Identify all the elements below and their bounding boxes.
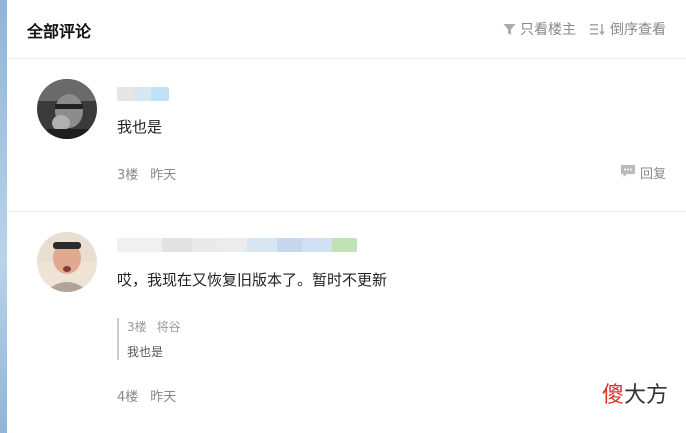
watermark-part-1: 傻 [601, 383, 624, 408]
comment-item: 我也是 3楼 昨天 回复 [7, 59, 686, 212]
floor-number: 3楼 [117, 168, 139, 183]
page-title: 全部评论 [27, 22, 92, 41]
reverse-order-label: 倒序查看 [610, 22, 666, 38]
comment-meta: 3楼 昨天 [117, 164, 176, 183]
comment-meta: 4楼 昨天 [117, 386, 176, 405]
comment-text: 哎，我现在又恢复旧版本了。暂时不更新 [117, 271, 388, 289]
watermark-logo: 傻大方 [602, 377, 668, 409]
reply-button[interactable]: 回复 [620, 163, 666, 182]
sort-icon [590, 23, 606, 36]
comment-time: 昨天 [150, 168, 177, 183]
only-op-label: 只看楼主 [520, 22, 576, 38]
reply-label: 回复 [639, 167, 666, 182]
floor-number: 4楼 [117, 390, 139, 405]
quote-meta: 3楼 将谷 [127, 318, 181, 335]
comment-text: 我也是 [117, 118, 163, 136]
avatar[interactable] [37, 232, 97, 292]
reverse-order-button[interactable]: 倒序查看 [590, 19, 666, 39]
watermark-part-2: 大方 [623, 383, 668, 408]
quoted-reply: 3楼 将谷 我也是 [117, 318, 181, 360]
comments-header: 全部评论 只看楼主 倒序查看 [7, 0, 686, 59]
comment-time: 昨天 [150, 390, 177, 405]
only-op-button[interactable]: 只看楼主 [503, 19, 576, 39]
username-blurred[interactable] [117, 238, 357, 252]
avatar[interactable] [37, 79, 97, 139]
header-actions: 只看楼主 倒序查看 [503, 19, 666, 39]
comment-item: 哎，我现在又恢复旧版本了。暂时不更新 3楼 将谷 我也是 4楼 昨天 [7, 212, 686, 433]
filter-icon [503, 23, 516, 36]
left-edge-strip [0, 0, 7, 433]
quote-author[interactable]: 将谷 [157, 318, 181, 335]
quote-floor: 3楼 [127, 320, 147, 334]
reply-icon [620, 164, 636, 182]
username-blurred[interactable] [117, 87, 169, 101]
quote-text: 我也是 [127, 345, 164, 359]
